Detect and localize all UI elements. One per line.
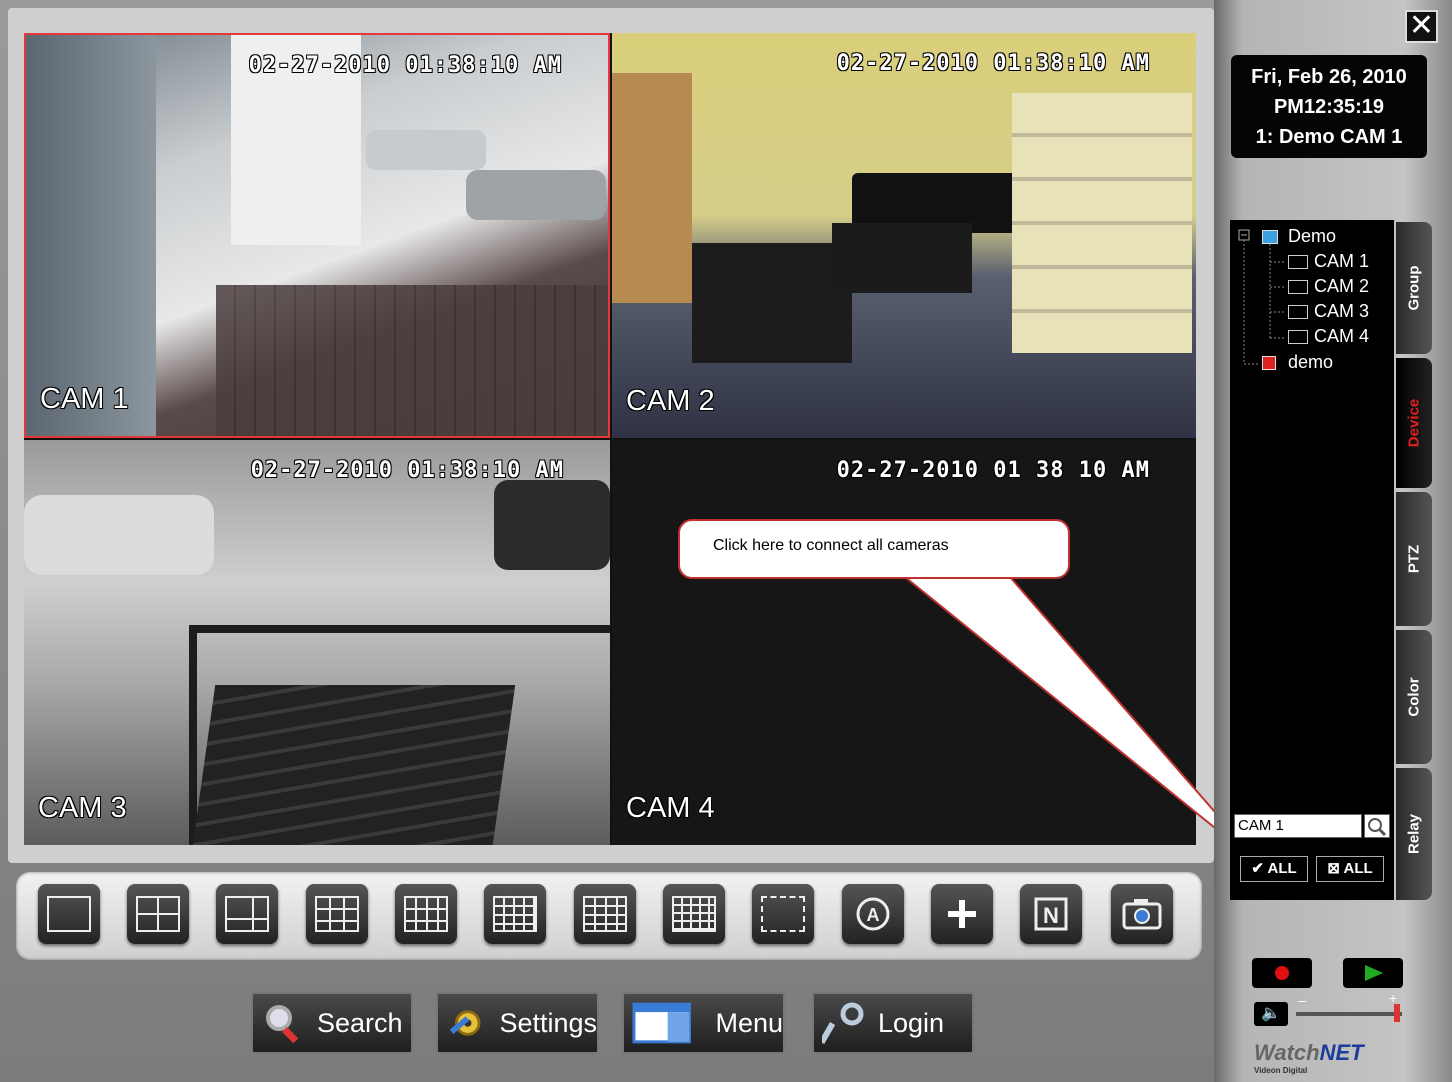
clock-display: Fri, Feb 26, 2010 PM12:35:19 1: Demo CAM… (1231, 55, 1427, 158)
device-tree: Demo CAM 1 CAM 2 CAM 3 CAM 4 demo (1230, 220, 1394, 900)
tree-item-label: demo (1288, 352, 1334, 372)
tab-label: Color (1405, 677, 1423, 717)
tree-item-demo-disconnected[interactable]: demo (1262, 352, 1333, 373)
tree-item-label: CAM 1 (1314, 251, 1370, 271)
tree-item-label: CAM 3 (1314, 301, 1370, 321)
layout-6-button[interactable] (216, 884, 278, 944)
login-button-label: Login (878, 1007, 945, 1038)
plus-icon (948, 900, 976, 928)
auto-sequence-button[interactable]: A (842, 884, 904, 944)
svg-text:N: N (1043, 903, 1059, 928)
layout-9-button[interactable] (306, 884, 368, 944)
layout-16-icon (583, 896, 627, 932)
tab-ptz[interactable]: PTZ (1396, 492, 1432, 626)
callout-tail (902, 576, 1263, 867)
callout-text: Click here to connect all cameras (713, 537, 949, 554)
tab-label: Relay (1405, 813, 1423, 855)
speaker-icon: 🔈 (1261, 1005, 1281, 1022)
layout-10-button[interactable] (395, 884, 457, 944)
search-button-label: Search (317, 1007, 403, 1038)
menu-button-label: Menu (715, 1007, 783, 1038)
clock-camera: 1: Demo CAM 1 (1255, 126, 1403, 148)
menu-button[interactable]: Menu (622, 992, 785, 1054)
layout-4-icon (136, 896, 180, 932)
camera-search-input[interactable]: CAM 1 (1234, 814, 1362, 838)
callout-bubble: Click here to connect all cameras (678, 519, 1070, 579)
n-icon: N (1034, 897, 1068, 931)
tree-item-label: Demo (1288, 226, 1337, 246)
volume-slider-handle[interactable] (1394, 1004, 1400, 1022)
layout-toolbar: A N (16, 872, 1202, 960)
layout-16b-button[interactable] (663, 884, 725, 944)
tab-label: Group (1405, 265, 1423, 311)
volume-minus-label: – (1298, 992, 1306, 1008)
tree-item-label: CAM 4 (1314, 326, 1370, 346)
clock-time: PM12:35:19 (1273, 96, 1385, 118)
tab-label: PTZ (1405, 544, 1423, 574)
camera-icon (1288, 305, 1308, 320)
play-icon (1365, 965, 1383, 981)
record-button[interactable] (1252, 958, 1312, 988)
clock-date: Fri, Feb 26, 2010 (1251, 66, 1407, 88)
tree-item-cam-1[interactable]: CAM 1 (1288, 251, 1369, 272)
disconnected-device-icon (1262, 356, 1276, 371)
record-icon (1275, 966, 1289, 980)
layout-13-icon (493, 896, 537, 932)
login-button[interactable]: Login (812, 992, 974, 1054)
add-button[interactable] (931, 884, 993, 944)
volume-slider[interactable] (1296, 1004, 1402, 1022)
tab-group[interactable]: Group (1396, 222, 1432, 354)
key-icon (822, 1002, 864, 1045)
tree-item-label: CAM 2 (1314, 276, 1370, 296)
magnifier-icon (266, 1005, 299, 1044)
tree-item-cam-2[interactable]: CAM 2 (1288, 276, 1369, 297)
logo-text-a: Watch (1254, 1040, 1320, 1065)
layout-1-icon (47, 896, 91, 932)
settings-button-label: Settings (499, 1007, 597, 1038)
tree-item-cam-3[interactable]: CAM 3 (1288, 301, 1369, 322)
search-icon (1368, 818, 1387, 837)
svg-text:A: A (867, 905, 880, 925)
tree-item-demo[interactable]: Demo (1262, 226, 1336, 247)
tab-relay[interactable]: Relay (1396, 768, 1432, 900)
auto-sequence-icon: A (856, 897, 890, 931)
settings-tools-icon (449, 1010, 481, 1036)
layout-1-button[interactable] (38, 884, 100, 944)
layout-16-button[interactable] (574, 884, 636, 944)
layout-full-button[interactable] (752, 884, 814, 944)
layout-9-icon (315, 896, 359, 932)
tab-label: Device (1405, 398, 1423, 448)
logo-subtitle: Videon Digital (1254, 1066, 1308, 1075)
tab-color[interactable]: Color (1396, 630, 1432, 764)
camera-icon (1288, 330, 1308, 345)
settings-button[interactable]: Settings (436, 992, 599, 1054)
layout-10-icon (404, 896, 448, 932)
snapshot-button[interactable] (1111, 884, 1173, 944)
layout-grid-icon (672, 896, 716, 932)
volume-button[interactable]: 🔈 (1254, 1002, 1288, 1026)
camera-icon (1288, 280, 1308, 295)
logo-text-b: NET (1319, 1040, 1364, 1065)
search-button[interactable]: Search (251, 992, 413, 1054)
n-button[interactable]: N (1020, 884, 1082, 944)
tree-item-cam-4[interactable]: CAM 4 (1288, 326, 1369, 347)
camera-icon (1122, 899, 1162, 930)
play-button[interactable] (1343, 958, 1403, 988)
search-icon-button[interactable] (1364, 814, 1390, 838)
layout-13-button[interactable] (484, 884, 546, 944)
connect-all-button[interactable]: ✔ ALL (1240, 856, 1308, 882)
close-button[interactable]: ✕ (1405, 10, 1438, 43)
brand-logo: WatchNET Videon Digital (1254, 1040, 1364, 1075)
layout-6-icon (225, 896, 269, 932)
menu-window-icon (632, 1002, 691, 1044)
monitor-icon (1262, 230, 1278, 245)
disconnect-all-button[interactable]: ⊠ ALL (1316, 856, 1384, 882)
layout-full-icon (761, 896, 805, 932)
camera-icon (1288, 255, 1308, 270)
layout-4-button[interactable] (127, 884, 189, 944)
tab-device[interactable]: Device (1396, 358, 1432, 488)
